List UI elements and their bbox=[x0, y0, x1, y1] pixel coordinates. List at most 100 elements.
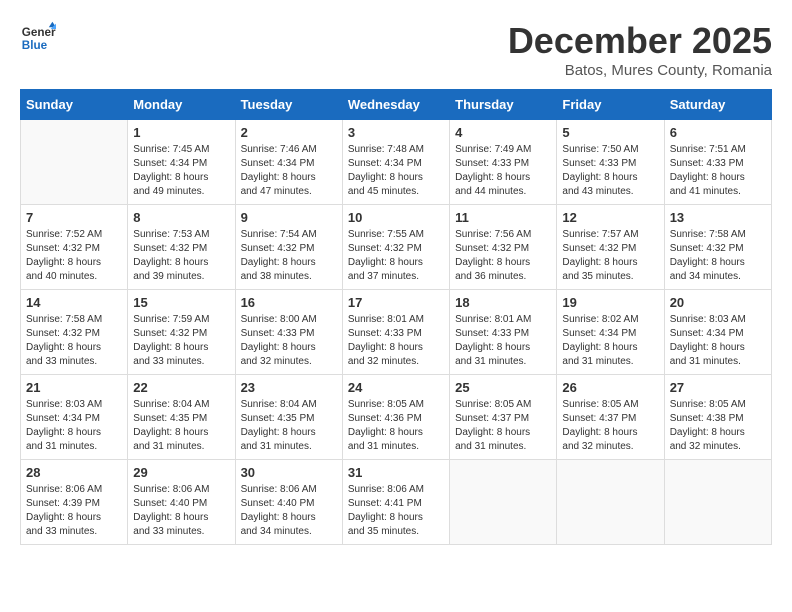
day-number: 27 bbox=[670, 380, 766, 395]
calendar-week-row: 21 Sunrise: 8:03 AM Sunset: 4:34 PM Dayli… bbox=[21, 375, 772, 460]
calendar-cell: 23 Sunrise: 8:04 AM Sunset: 4:35 PM Dayli… bbox=[235, 375, 342, 460]
day-info: Sunrise: 7:56 AM Sunset: 4:32 PM Dayligh… bbox=[455, 228, 551, 284]
calendar-cell: 31Sunrise: 8:06 AM Sunset: 4:41 PM Dayli… bbox=[342, 460, 449, 545]
day-number: 13 bbox=[670, 210, 766, 225]
day-number: 7 bbox=[26, 210, 122, 225]
calendar-cell bbox=[450, 460, 557, 545]
day-number: 9 bbox=[241, 210, 337, 225]
day-info: Sunrise: 8:04 AM Sunset: 4:35 PM Dayligh… bbox=[133, 398, 229, 454]
calendar-cell: 25Sunrise: 8:05 AM Sunset: 4:37 PM Dayli… bbox=[450, 375, 557, 460]
day-number: 26 bbox=[562, 380, 658, 395]
day-info: Sunrise: 8:05 AM Sunset: 4:36 PM Dayligh… bbox=[348, 398, 444, 454]
calendar-cell: 21 Sunrise: 8:03 AM Sunset: 4:34 PM Dayli… bbox=[21, 375, 128, 460]
calendar-cell: 14 Sunrise: 7:58 AM Sunset: 4:32 PM Dayli… bbox=[21, 290, 128, 375]
weekday-header: Wednesday bbox=[342, 90, 449, 120]
svg-text:Blue: Blue bbox=[22, 39, 48, 52]
day-number: 28 bbox=[26, 465, 122, 480]
day-number: 24 bbox=[348, 380, 444, 395]
calendar-week-row: 14 Sunrise: 7:58 AM Sunset: 4:32 PM Dayli… bbox=[21, 290, 772, 375]
calendar-cell bbox=[557, 460, 664, 545]
logo: General Blue bbox=[20, 20, 56, 56]
calendar-cell: 20 Sunrise: 8:03 AM Sunset: 4:34 PM Dayli… bbox=[664, 290, 771, 375]
day-number: 15 bbox=[133, 295, 229, 310]
calendar-cell: 18Sunrise: 8:01 AM Sunset: 4:33 PM Dayli… bbox=[450, 290, 557, 375]
day-info: Sunrise: 8:03 AM Sunset: 4:34 PM Dayligh… bbox=[26, 398, 122, 454]
day-info: Sunrise: 8:03 AM Sunset: 4:34 PM Dayligh… bbox=[670, 313, 766, 369]
logo-icon: General Blue bbox=[20, 20, 56, 56]
day-info: Sunrise: 8:04 AM Sunset: 4:35 PM Dayligh… bbox=[241, 398, 337, 454]
day-info: Sunrise: 7:58 AM Sunset: 4:32 PM Dayligh… bbox=[670, 228, 766, 284]
calendar-cell: 12 Sunrise: 7:57 AM Sunset: 4:32 PM Dayli… bbox=[557, 205, 664, 290]
weekday-header: Saturday bbox=[664, 90, 771, 120]
calendar-cell: 3 Sunrise: 7:48 AM Sunset: 4:34 PM Daylig… bbox=[342, 120, 449, 205]
weekday-header: Sunday bbox=[21, 90, 128, 120]
day-number: 23 bbox=[241, 380, 337, 395]
day-number: 10 bbox=[348, 210, 444, 225]
day-number: 4 bbox=[455, 125, 551, 140]
calendar-week-row: 28 Sunrise: 8:06 AM Sunset: 4:39 PM Dayli… bbox=[21, 460, 772, 545]
calendar-cell: 30Sunrise: 8:06 AM Sunset: 4:40 PM Dayli… bbox=[235, 460, 342, 545]
day-info: Sunrise: 7:48 AM Sunset: 4:34 PM Dayligh… bbox=[348, 143, 444, 199]
day-number: 6 bbox=[670, 125, 766, 140]
calendar-cell: 4 Sunrise: 7:49 AM Sunset: 4:33 PM Daylig… bbox=[450, 120, 557, 205]
calendar-week-row: 1 Sunrise: 7:45 AM Sunset: 4:34 PM Daylig… bbox=[21, 120, 772, 205]
day-number: 22 bbox=[133, 380, 229, 395]
day-number: 14 bbox=[26, 295, 122, 310]
day-number: 3 bbox=[348, 125, 444, 140]
day-info: Sunrise: 8:05 AM Sunset: 4:37 PM Dayligh… bbox=[455, 398, 551, 454]
day-info: Sunrise: 7:55 AM Sunset: 4:32 PM Dayligh… bbox=[348, 228, 444, 284]
day-info: Sunrise: 8:06 AM Sunset: 4:39 PM Dayligh… bbox=[26, 483, 122, 539]
day-number: 16 bbox=[241, 295, 337, 310]
day-info: Sunrise: 7:51 AM Sunset: 4:33 PM Dayligh… bbox=[670, 143, 766, 199]
day-info: Sunrise: 7:46 AM Sunset: 4:34 PM Dayligh… bbox=[241, 143, 337, 199]
calendar-cell: 15 Sunrise: 7:59 AM Sunset: 4:32 PM Dayli… bbox=[128, 290, 235, 375]
calendar-cell: 9Sunrise: 7:54 AM Sunset: 4:32 PM Daylig… bbox=[235, 205, 342, 290]
calendar-cell: 2 Sunrise: 7:46 AM Sunset: 4:34 PM Daylig… bbox=[235, 120, 342, 205]
calendar-cell: 7 Sunrise: 7:52 AM Sunset: 4:32 PM Daylig… bbox=[21, 205, 128, 290]
calendar-cell: 26Sunrise: 8:05 AM Sunset: 4:37 PM Dayli… bbox=[557, 375, 664, 460]
day-info: Sunrise: 7:53 AM Sunset: 4:32 PM Dayligh… bbox=[133, 228, 229, 284]
calendar-cell: 11Sunrise: 7:56 AM Sunset: 4:32 PM Dayli… bbox=[450, 205, 557, 290]
weekday-header: Thursday bbox=[450, 90, 557, 120]
calendar-cell: 13 Sunrise: 7:58 AM Sunset: 4:32 PM Dayli… bbox=[664, 205, 771, 290]
calendar-cell bbox=[21, 120, 128, 205]
day-info: Sunrise: 7:57 AM Sunset: 4:32 PM Dayligh… bbox=[562, 228, 658, 284]
day-number: 1 bbox=[133, 125, 229, 140]
day-info: Sunrise: 8:06 AM Sunset: 4:41 PM Dayligh… bbox=[348, 483, 444, 539]
day-number: 18 bbox=[455, 295, 551, 310]
calendar-cell: 27 Sunrise: 8:05 AM Sunset: 4:38 PM Dayli… bbox=[664, 375, 771, 460]
weekday-header: Friday bbox=[557, 90, 664, 120]
day-info: Sunrise: 8:06 AM Sunset: 4:40 PM Dayligh… bbox=[133, 483, 229, 539]
calendar-cell: 16 Sunrise: 8:00 AM Sunset: 4:33 PM Dayli… bbox=[235, 290, 342, 375]
day-info: Sunrise: 8:05 AM Sunset: 4:38 PM Dayligh… bbox=[670, 398, 766, 454]
calendar-table: SundayMondayTuesdayWednesdayThursdayFrid… bbox=[20, 89, 772, 545]
day-number: 21 bbox=[26, 380, 122, 395]
calendar-cell: 6 Sunrise: 7:51 AM Sunset: 4:33 PM Daylig… bbox=[664, 120, 771, 205]
day-info: Sunrise: 8:02 AM Sunset: 4:34 PM Dayligh… bbox=[562, 313, 658, 369]
day-number: 2 bbox=[241, 125, 337, 140]
location-subtitle: Batos, Mures County, Romania bbox=[508, 62, 772, 79]
day-number: 19 bbox=[562, 295, 658, 310]
day-info: Sunrise: 7:49 AM Sunset: 4:33 PM Dayligh… bbox=[455, 143, 551, 199]
svg-text:General: General bbox=[22, 26, 56, 39]
calendar-cell: 28 Sunrise: 8:06 AM Sunset: 4:39 PM Dayli… bbox=[21, 460, 128, 545]
month-title: December 2025 bbox=[508, 20, 772, 62]
day-number: 17 bbox=[348, 295, 444, 310]
calendar-cell: 1 Sunrise: 7:45 AM Sunset: 4:34 PM Daylig… bbox=[128, 120, 235, 205]
calendar-cell: 17Sunrise: 8:01 AM Sunset: 4:33 PM Dayli… bbox=[342, 290, 449, 375]
calendar-cell: 22 Sunrise: 8:04 AM Sunset: 4:35 PM Dayli… bbox=[128, 375, 235, 460]
day-info: Sunrise: 7:45 AM Sunset: 4:34 PM Dayligh… bbox=[133, 143, 229, 199]
calendar-cell: 8Sunrise: 7:53 AM Sunset: 4:32 PM Daylig… bbox=[128, 205, 235, 290]
day-info: Sunrise: 7:52 AM Sunset: 4:32 PM Dayligh… bbox=[26, 228, 122, 284]
day-info: Sunrise: 7:59 AM Sunset: 4:32 PM Dayligh… bbox=[133, 313, 229, 369]
page-header: General Blue December 2025 Batos, Mures … bbox=[20, 20, 772, 79]
day-info: Sunrise: 8:06 AM Sunset: 4:40 PM Dayligh… bbox=[241, 483, 337, 539]
weekday-header: Tuesday bbox=[235, 90, 342, 120]
day-number: 12 bbox=[562, 210, 658, 225]
weekday-header: Monday bbox=[128, 90, 235, 120]
day-number: 20 bbox=[670, 295, 766, 310]
day-info: Sunrise: 8:00 AM Sunset: 4:33 PM Dayligh… bbox=[241, 313, 337, 369]
calendar-cell: 5Sunrise: 7:50 AM Sunset: 4:33 PM Daylig… bbox=[557, 120, 664, 205]
calendar-cell: 10 Sunrise: 7:55 AM Sunset: 4:32 PM Dayli… bbox=[342, 205, 449, 290]
day-info: Sunrise: 7:58 AM Sunset: 4:32 PM Dayligh… bbox=[26, 313, 122, 369]
